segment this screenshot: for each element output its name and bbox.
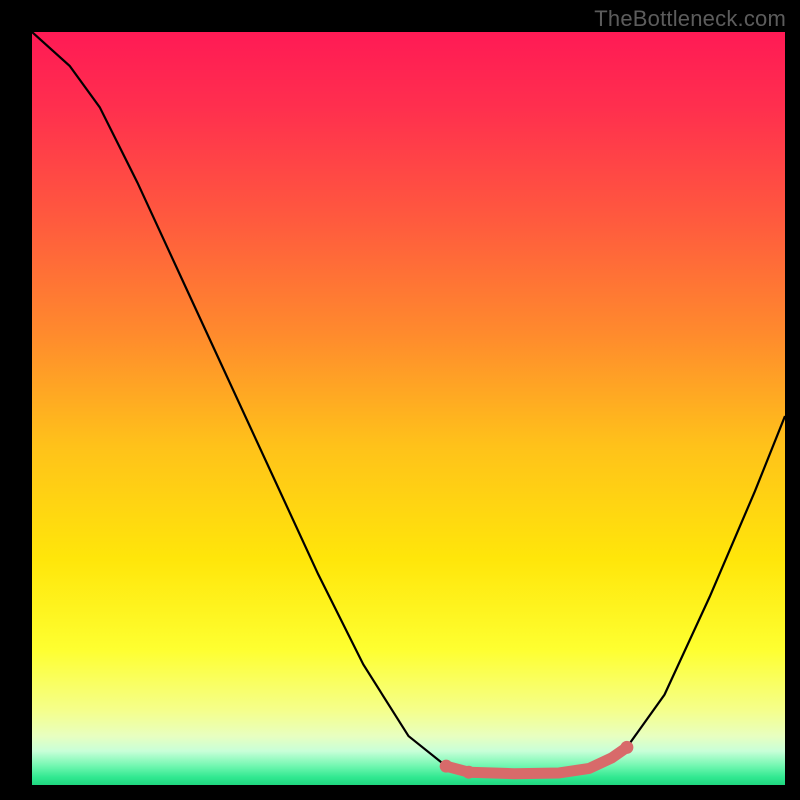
- curve-layer: [32, 32, 785, 785]
- bottleneck-chart: [32, 32, 785, 785]
- highlight-endpoint-dot: [462, 766, 475, 779]
- watermark-text: TheBottleneck.com: [594, 6, 786, 32]
- bottleneck-curve: [32, 32, 785, 774]
- highlight-endpoint-dot: [440, 760, 453, 773]
- highlight-endpoint-dot: [620, 741, 633, 754]
